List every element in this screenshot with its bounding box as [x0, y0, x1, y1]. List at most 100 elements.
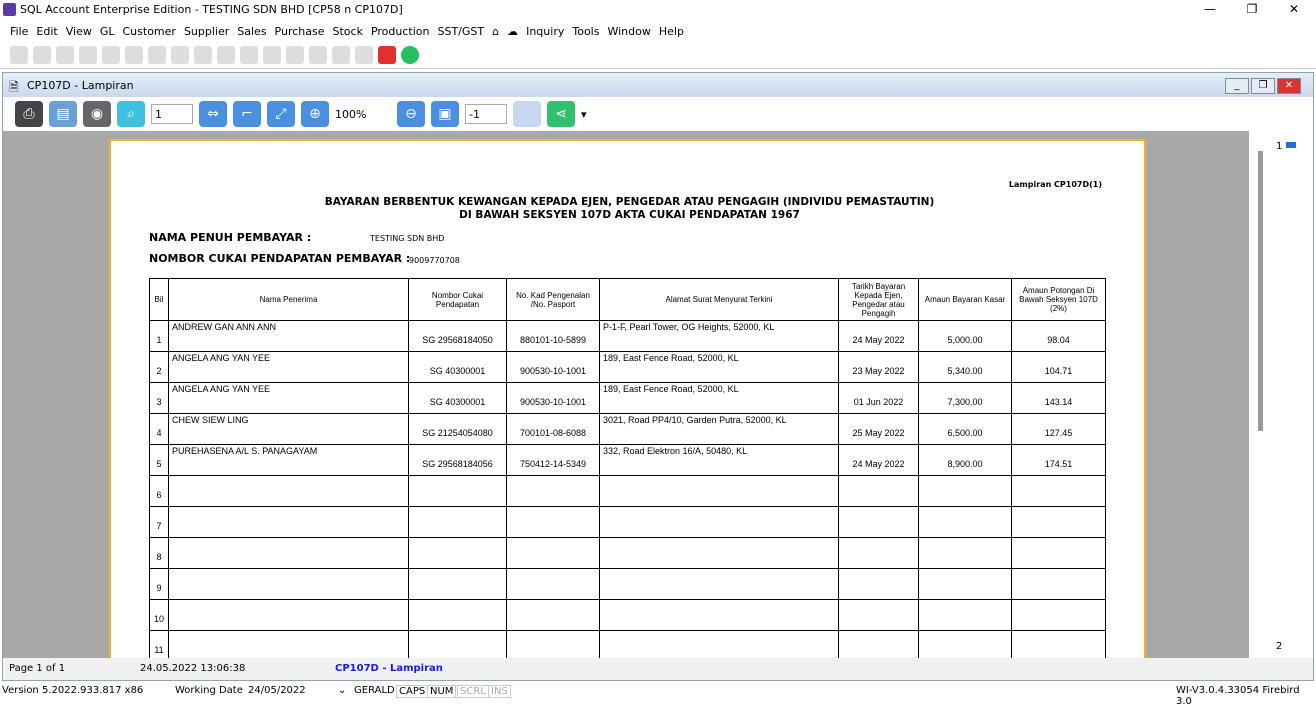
print-icon[interactable] — [332, 46, 350, 64]
page-number-input[interactable]: 1 — [151, 104, 193, 124]
page-setup-icon[interactable]: ▣ — [431, 101, 459, 127]
delete-icon[interactable] — [217, 46, 235, 64]
print-icon[interactable]: ⎙ — [15, 101, 43, 127]
first-icon[interactable] — [79, 46, 97, 64]
whatsapp-icon[interactable] — [401, 46, 419, 64]
table-cell — [168, 506, 409, 538]
offset-input[interactable]: -1 — [465, 104, 507, 124]
menu-inquiry[interactable]: Inquiry — [526, 25, 564, 38]
cancel-icon[interactable] — [263, 46, 281, 64]
maximize-button[interactable]: ❐ — [1232, 2, 1272, 16]
caps-indicator: CAPS — [396, 685, 429, 698]
share-dropdown-icon[interactable]: ▾ — [581, 108, 587, 121]
eye-icon[interactable]: ◉ — [83, 101, 111, 127]
zoom-out-icon[interactable]: ⊖ — [397, 101, 425, 127]
zoom-select[interactable]: 100% — [335, 108, 391, 121]
column-header: Amaun Potongan Di Bawah Seksyen 107D (2%… — [1011, 278, 1106, 321]
close-button[interactable]: ✕ — [1274, 2, 1314, 16]
vertical-scrollbar[interactable] — [1258, 151, 1263, 431]
export-icon[interactable]: ▤ — [49, 101, 77, 127]
table-cell — [838, 506, 919, 538]
page-marker-top: 1 — [1276, 141, 1283, 152]
cut-icon[interactable] — [10, 46, 28, 64]
table-cell: 8,900.00 — [918, 444, 1012, 476]
table-cell: SG 29568184056 — [408, 444, 507, 476]
menu-edit[interactable]: Edit — [36, 25, 57, 38]
menu-purchase[interactable]: Purchase — [275, 25, 325, 38]
table-cell: 5,000.00 — [918, 320, 1012, 352]
search-icon[interactable]: ⌕ — [117, 101, 145, 127]
share-icon[interactable]: ⋖ — [547, 101, 575, 127]
child-close-button[interactable]: ✕ — [1277, 78, 1301, 94]
save-icon[interactable] — [240, 46, 258, 64]
column-header: No. Kad Pengenalan /No. Pasport — [506, 278, 600, 321]
menu-supplier[interactable]: Supplier — [184, 25, 229, 38]
menu-customer[interactable]: Customer — [123, 25, 176, 38]
table-cell — [506, 537, 600, 569]
youtube-icon[interactable] — [378, 46, 396, 64]
table-cell — [599, 568, 839, 600]
last-icon[interactable] — [148, 46, 166, 64]
table-cell: 3 — [149, 382, 169, 414]
table-cell — [506, 599, 600, 631]
table-cell — [408, 599, 507, 631]
table-cell: 189, East Fence Road, 52000, KL — [599, 382, 839, 414]
payer-name-value: TESTING SDN BHD — [370, 234, 445, 243]
child-minimize-button[interactable]: _ — [1225, 78, 1249, 94]
menu-production[interactable]: Production — [371, 25, 430, 38]
fit-width-icon[interactable]: ⇔ — [199, 101, 227, 127]
menu-sales[interactable]: Sales — [237, 25, 266, 38]
menu-tools[interactable]: Tools — [572, 25, 599, 38]
preview-icon[interactable] — [355, 46, 373, 64]
preview-toolbar: ⎙ ▤ ◉ ⌕ 1 ⇔ ⌐ ⤢ ⊕ 100% ⊖ ▣ -1 ⋖ ▾ — [3, 97, 1313, 131]
working-date-picker[interactable]: 24/05/2022 — [248, 685, 348, 696]
table-row: 4 CHEW SIEW LING SG 21254054080 700101-08-6… — [149, 413, 1106, 445]
table-cell: 5 — [149, 444, 169, 476]
menu-gl[interactable]: GL — [100, 25, 115, 38]
table-cell — [599, 537, 839, 569]
margins-icon[interactable] — [513, 101, 541, 127]
table-cell: 24 May 2022 — [838, 320, 919, 352]
table-cell: 01 Jun 2022 — [838, 382, 919, 414]
cloud-icon[interactable]: ☁ — [507, 25, 518, 38]
date-dropdown-icon[interactable]: ⌄ — [338, 685, 346, 696]
home-icon[interactable]: ⌂ — [492, 25, 499, 38]
copy-icon[interactable] — [33, 46, 51, 64]
fit-page-icon[interactable]: ⌐ — [233, 101, 261, 127]
new-icon[interactable] — [171, 46, 189, 64]
full-screen-icon[interactable]: ⤢ — [267, 101, 295, 127]
next-icon[interactable] — [125, 46, 143, 64]
report-title-line1: BAYARAN BERBENTUK KEWANGAN KEPADA EJEN, … — [324, 196, 935, 208]
table-cell: ANDREW GAN ANN ANN — [168, 320, 409, 352]
refresh-icon[interactable] — [309, 46, 327, 64]
title-bar: SQL Account Enterprise Edition - TESTING… — [0, 0, 1316, 20]
menu-help[interactable]: Help — [659, 25, 684, 38]
edit-icon[interactable] — [194, 46, 212, 64]
menu-window[interactable]: Window — [607, 25, 650, 38]
table-cell: 104.71 — [1011, 351, 1106, 383]
table-cell: 174.51 — [1011, 444, 1106, 476]
table-cell: 7,300.00 — [918, 382, 1012, 414]
menu-file[interactable]: File — [10, 25, 28, 38]
table-cell — [408, 630, 507, 658]
menu-sstgst[interactable]: SST/GST — [437, 25, 484, 38]
table-cell — [1011, 568, 1106, 600]
column-header: Nama Penerima — [168, 278, 409, 321]
child-restore-button[interactable]: ❐ — [1251, 78, 1275, 94]
menu-view[interactable]: View — [66, 25, 92, 38]
table-row: 5 PUREHASENA A/L S. PANAGAYAM SG 295681840… — [149, 444, 1106, 476]
paste-icon[interactable] — [56, 46, 74, 64]
table-cell: 9 — [149, 568, 169, 600]
table-cell: SG 40300001 — [408, 382, 507, 414]
minimize-button[interactable]: — — [1190, 2, 1230, 16]
table-cell — [506, 506, 600, 538]
table-cell — [918, 537, 1012, 569]
prev-icon[interactable] — [102, 46, 120, 64]
find-icon[interactable] — [286, 46, 304, 64]
table-row: 7 — [149, 506, 1106, 538]
zoom-in-icon[interactable]: ⊕ — [301, 101, 329, 127]
table-row: 6 — [149, 475, 1106, 507]
menu-stock[interactable]: Stock — [333, 25, 363, 38]
table-cell — [168, 630, 409, 658]
page-count: Page 1 of 1 — [9, 663, 66, 674]
